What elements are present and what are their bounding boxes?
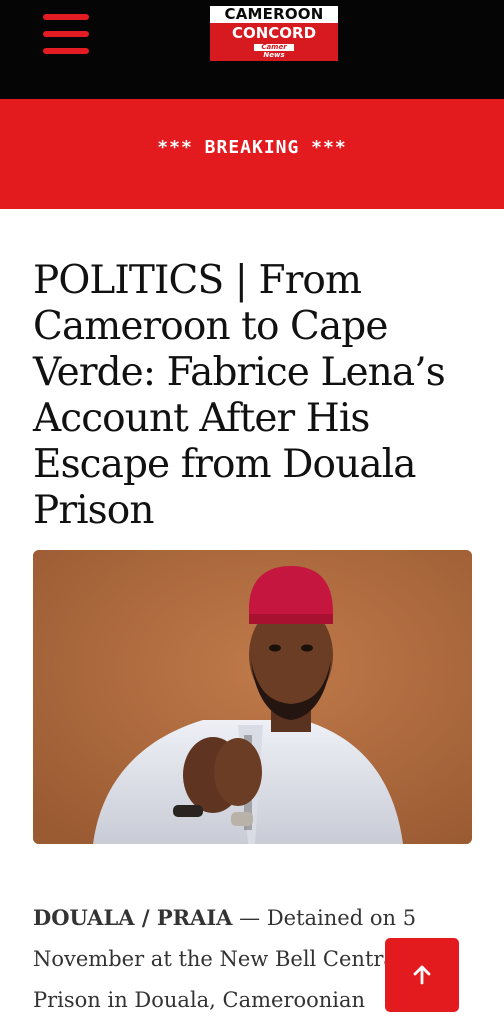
article-dateline: DOUALA / PRAIA [33,905,233,930]
portrait-illustration [33,550,472,844]
logo-line1: CAMEROON [210,6,338,23]
breaking-label: *** BREAKING *** [157,137,347,158]
arrow-up-icon [413,965,431,985]
site-logo[interactable]: CAMEROON CONCORD Camer News [210,6,338,61]
logo-line2: CONCORD [231,24,317,42]
article-headline: POLITICS | From Cameroon to Cape Verde: … [33,258,446,533]
breaking-banner[interactable]: *** BREAKING *** [0,99,504,209]
logo-badge-top: Camer [254,44,294,51]
logo-badge-bottom: News [263,51,285,59]
article-photo [33,550,472,844]
hamburger-menu-icon[interactable] [43,14,89,54]
scroll-to-top-button[interactable] [385,938,459,1012]
logo-badge: Camer News [254,44,294,59]
top-navbar: CAMEROON CONCORD Camer News [0,0,504,99]
